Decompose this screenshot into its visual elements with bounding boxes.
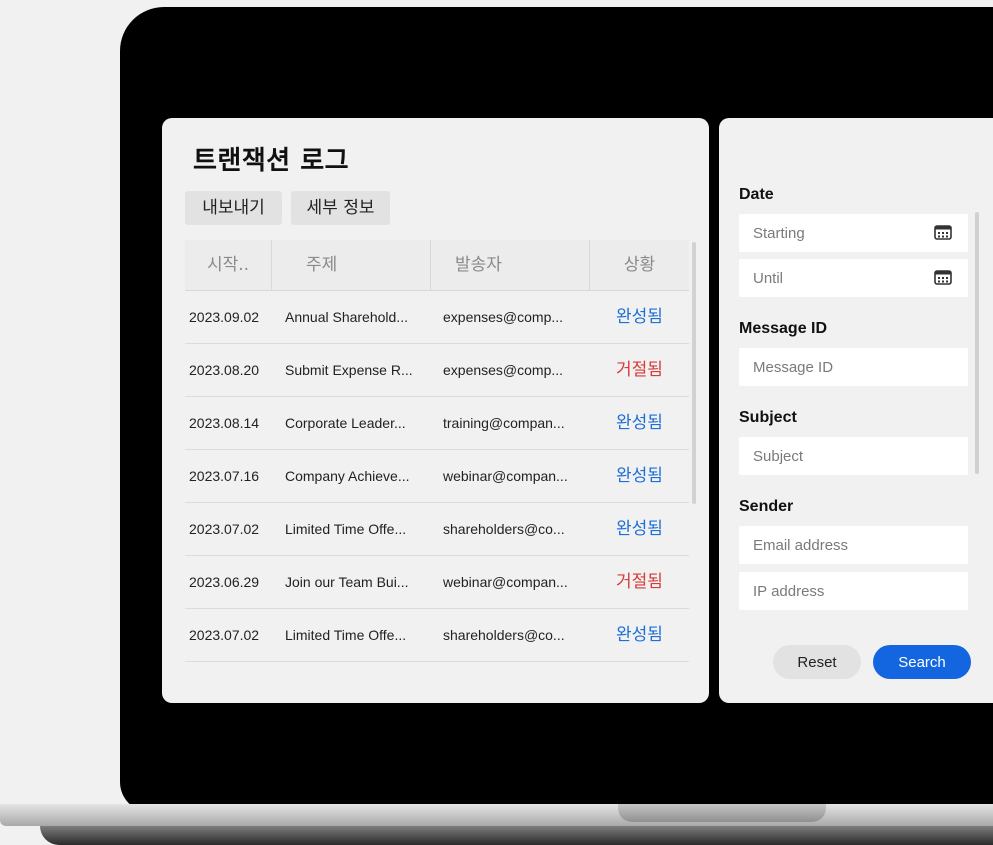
row-status: 완성됨 (616, 466, 663, 486)
row-sender: expenses@comp... (443, 309, 564, 325)
row-status: 완성됨 (616, 307, 663, 327)
row-subject: Join our Team Bui... (285, 574, 409, 590)
row-date: 2023.06.29 (189, 574, 260, 590)
row-subject: Corporate Leader... (285, 415, 406, 431)
table-row[interactable]: 2023.06.29 Join our Team Bui... webinar@… (185, 556, 689, 609)
reset-button[interactable]: Reset (773, 645, 861, 679)
row-sender: webinar@compan... (443, 574, 568, 590)
email-field[interactable] (739, 526, 968, 564)
export-button[interactable]: 내보내기 (185, 191, 282, 225)
message-id-field[interactable] (739, 348, 968, 386)
details-button[interactable]: 세부 정보 (291, 191, 390, 225)
row-sender: shareholders@co... (443, 627, 565, 643)
row-status: 거절됨 (616, 360, 663, 380)
row-sender: training@compan... (443, 415, 565, 431)
row-date: 2023.07.02 (189, 627, 260, 643)
row-status: 완성됨 (616, 625, 663, 645)
table-header: 시작.. 주제 발송자 상황 (185, 240, 689, 291)
row-subject: Annual Sharehold... (285, 309, 408, 325)
table-row[interactable]: 2023.07.02 Limited Time Offe... sharehol… (185, 609, 689, 662)
row-date: 2023.07.02 (189, 521, 260, 537)
message-id-label: Message ID (739, 320, 828, 337)
table-scrollbar[interactable] (692, 242, 696, 504)
row-sender: shareholders@co... (443, 521, 565, 537)
row-subject: Submit Expense R... (285, 362, 413, 378)
row-subject: Company Achieve... (285, 468, 410, 484)
laptop-base-shadow (40, 826, 993, 845)
row-date: 2023.09.02 (189, 309, 260, 325)
column-header-sender[interactable]: 발송자 (431, 240, 590, 290)
sender-label: Sender (739, 498, 794, 515)
table-row[interactable]: 2023.07.02 Limited Time Offe... sharehol… (185, 503, 689, 556)
row-sender: expenses@comp... (443, 362, 564, 378)
laptop-notch (618, 804, 826, 822)
column-header-start[interactable]: 시작.. (185, 240, 272, 290)
filter-scrollbar[interactable] (975, 212, 979, 474)
transaction-table: 시작.. 주제 발송자 상황 2023.09.02 Annual Shareho… (185, 240, 689, 680)
calendar-icon[interactable] (934, 225, 952, 240)
search-button[interactable]: Search (873, 645, 971, 679)
row-sender: webinar@compan... (443, 468, 568, 484)
row-date: 2023.07.16 (189, 468, 260, 484)
date-label: Date (739, 186, 774, 203)
column-header-subject[interactable]: 주제 (272, 240, 431, 290)
table-row[interactable]: 2023.09.02 Annual Sharehold... expenses@… (185, 291, 689, 344)
row-status: 완성됨 (616, 519, 663, 539)
page-title: 트랜잭션 로그 (193, 146, 350, 176)
ip-address-field[interactable] (739, 572, 968, 610)
table-row[interactable]: 2023.08.14 Corporate Leader... training@… (185, 397, 689, 450)
subject-field[interactable] (739, 437, 968, 475)
row-subject: Limited Time Offe... (285, 627, 407, 643)
transaction-log-panel: 트랜잭션 로그 내보내기 세부 정보 시작.. 주제 발송자 상황 2023.0… (162, 118, 709, 703)
subject-label: Subject (739, 409, 797, 426)
row-date: 2023.08.20 (189, 362, 260, 378)
laptop-base (0, 804, 993, 826)
calendar-icon[interactable] (934, 270, 952, 285)
row-date: 2023.08.14 (189, 415, 260, 431)
table-row[interactable]: 2023.07.16 Company Achieve... webinar@co… (185, 450, 689, 503)
row-status: 완성됨 (616, 413, 663, 433)
table-row[interactable]: 2023.08.20 Submit Expense R... expenses@… (185, 344, 689, 397)
filter-panel: Date Message ID Subject Sender Reset Sea… (719, 118, 993, 703)
column-header-status[interactable]: 상황 (590, 240, 689, 290)
row-status: 거절됨 (616, 572, 663, 592)
row-subject: Limited Time Offe... (285, 521, 407, 537)
